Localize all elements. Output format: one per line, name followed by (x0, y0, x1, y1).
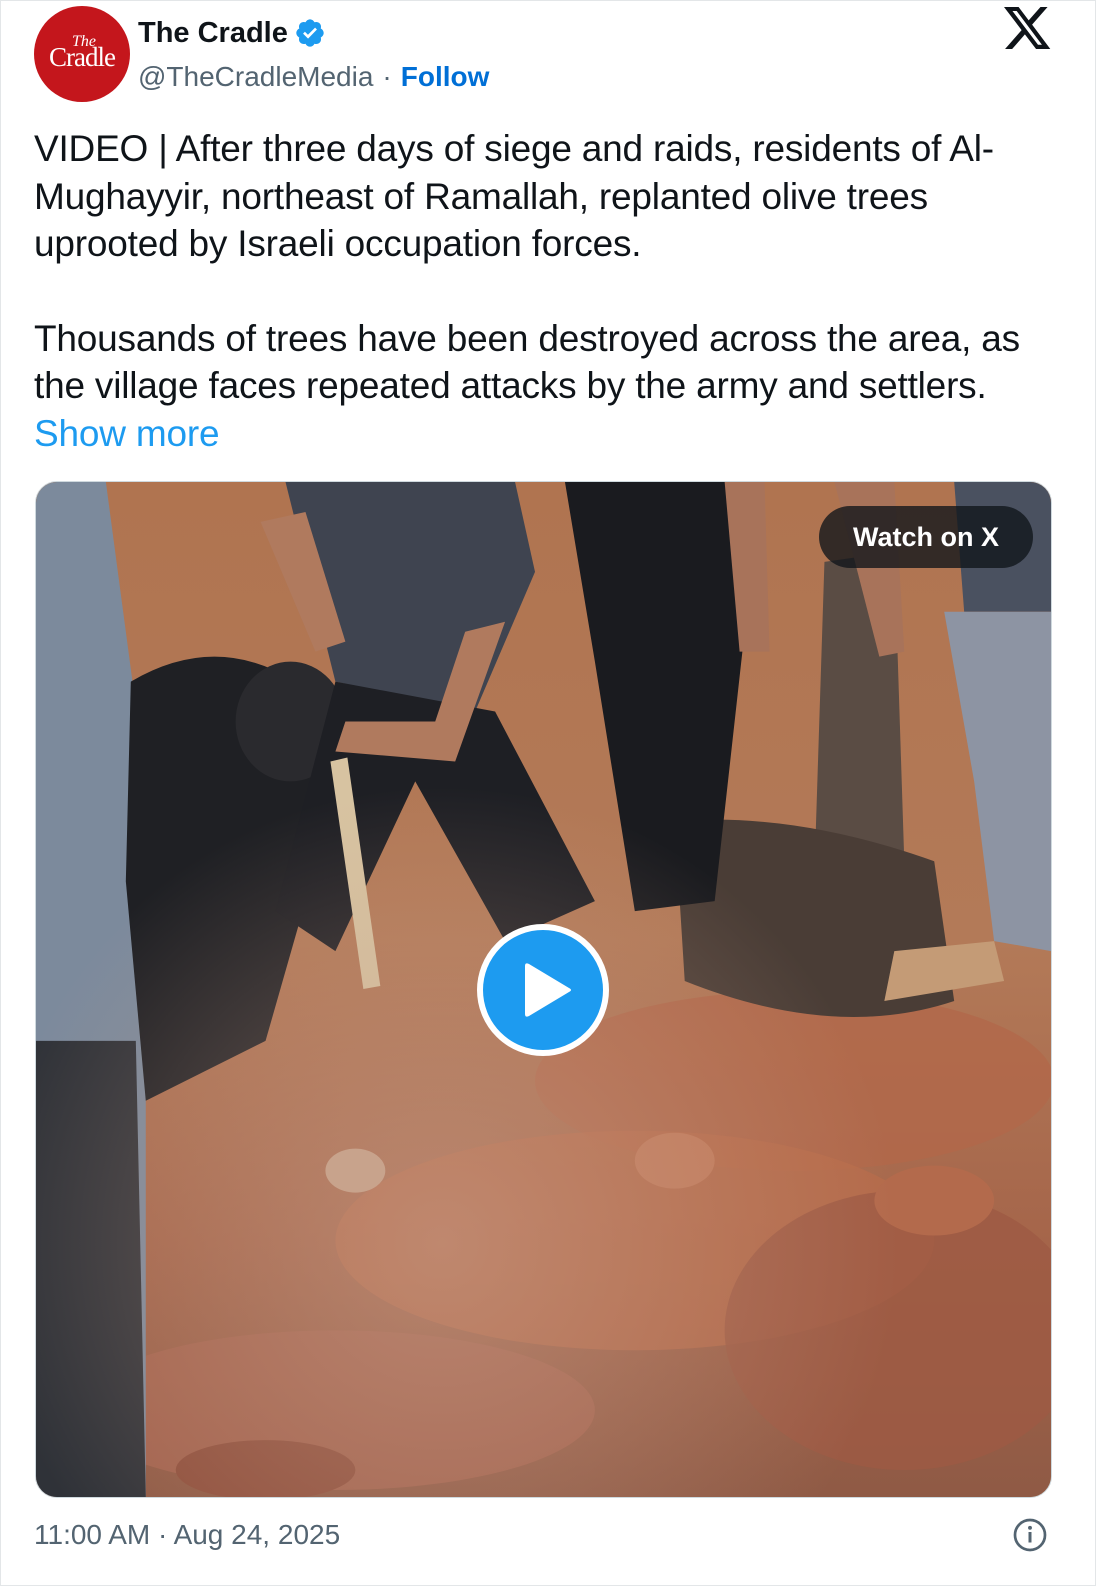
verified-badge-icon (296, 19, 324, 47)
follow-button[interactable]: Follow (401, 59, 490, 95)
show-more-link[interactable]: Show more (34, 413, 220, 454)
tweet-paragraph-2: Thousands of trees have been destroyed a… (34, 315, 1064, 458)
video-player[interactable]: Watch on X (35, 481, 1052, 1498)
author-handle[interactable]: @TheCradleMedia (138, 59, 373, 95)
tweet-paragraph-2-text: Thousands of trees have been destroyed a… (34, 317, 1020, 407)
watch-on-x-button[interactable]: Watch on X (819, 506, 1033, 568)
author-name-row: The Cradle (138, 15, 326, 51)
separator-dot: · (382, 61, 392, 92)
x-logo-icon[interactable] (1004, 7, 1052, 51)
tweet-paragraph-1: VIDEO | After three days of siege and ra… (34, 128, 994, 264)
tweet-embed-card: The Cradle The Cradle @TheCradleMedia · … (0, 0, 1096, 1586)
play-button[interactable] (477, 924, 609, 1056)
tweet-text: VIDEO | After three days of siege and ra… (34, 125, 1064, 457)
play-icon (525, 963, 571, 1017)
author-handle-row: @TheCradleMedia · Follow (138, 59, 489, 95)
tweet-timestamp[interactable]: 11:00 AM · Aug 24, 2025 (34, 1515, 340, 1555)
info-icon[interactable] (1012, 1517, 1048, 1553)
author-avatar[interactable]: The Cradle (34, 6, 130, 102)
cradle-logo-icon: The Cradle (49, 33, 117, 72)
author-display-name[interactable]: The Cradle (138, 15, 288, 51)
svg-text:Cradle: Cradle (49, 42, 116, 72)
